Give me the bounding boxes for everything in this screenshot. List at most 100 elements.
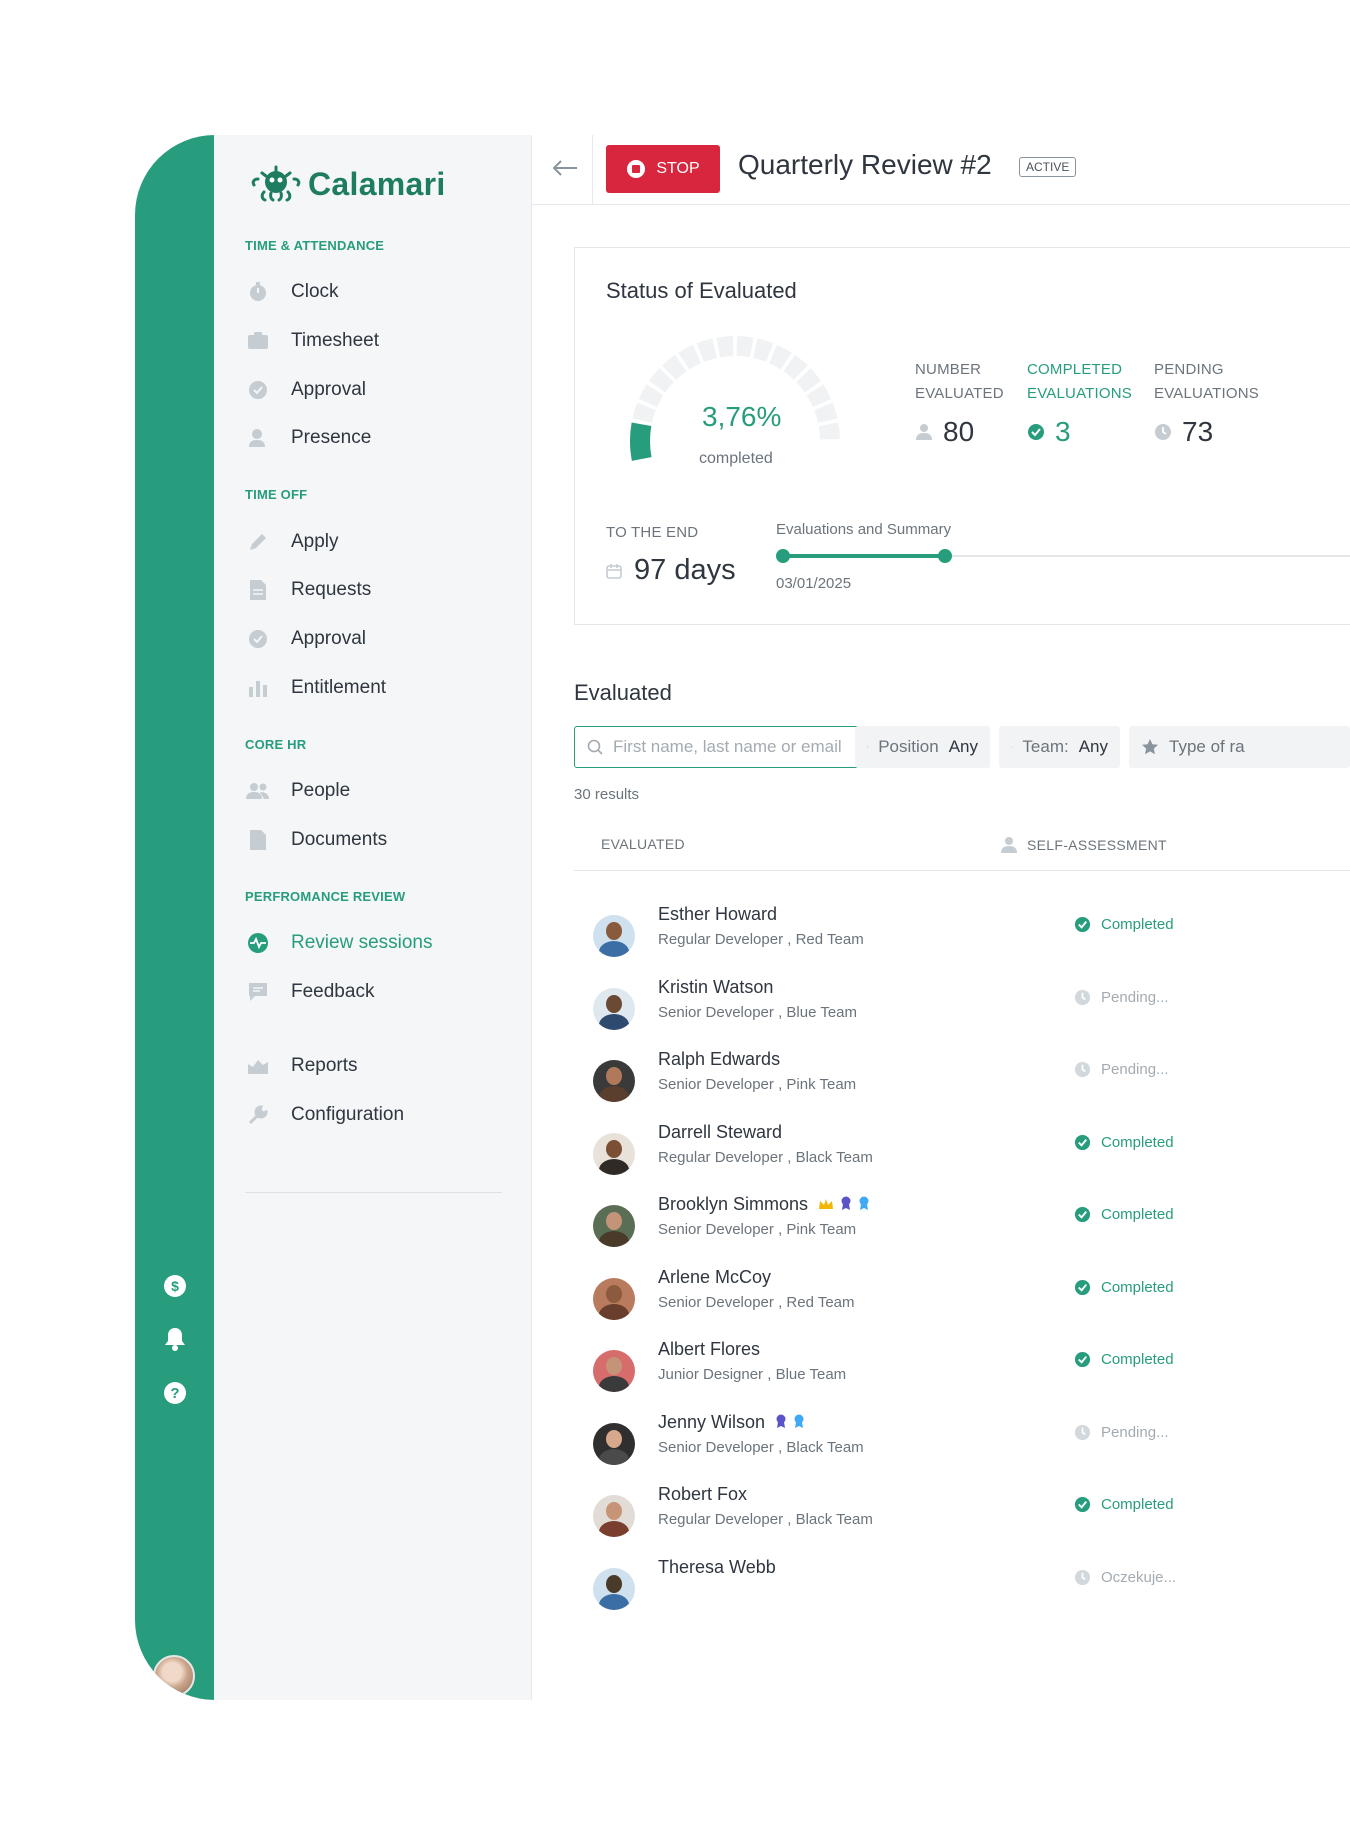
team-filter[interactable]: Team: Any: [999, 726, 1120, 768]
sidebar-item-timesheet[interactable]: Timesheet: [245, 321, 515, 361]
gauge-segment: [716, 336, 734, 358]
sidebar-item-apply[interactable]: Apply: [245, 522, 515, 562]
sidebar-item-feedback[interactable]: Feedback: [245, 972, 515, 1012]
star-icon: [1142, 739, 1158, 755]
team-icon: [1011, 746, 1013, 748]
stat-label: PENDING EVALUATIONS: [1154, 361, 1260, 402]
row-name[interactable]: Esther Howard: [658, 904, 777, 925]
row-name[interactable]: Jenny Wilson: [658, 1412, 805, 1433]
sidebar-item-reports[interactable]: Reports: [245, 1046, 515, 1086]
people-icon: [245, 778, 271, 804]
section-title-performance-review: PERFROMANCE REVIEW: [245, 889, 406, 904]
sidebar-item-label: Timesheet: [291, 330, 379, 351]
self-assessment-status: Oczekuje...: [1074, 1569, 1176, 1586]
avatar: [593, 987, 635, 1030]
avatar: [593, 1132, 635, 1175]
sidebar-item-label: People: [291, 780, 351, 801]
check-circle-icon: [1028, 424, 1044, 440]
stop-label: STOP: [656, 160, 700, 177]
row-name[interactable]: Darrell Steward: [658, 1122, 782, 1143]
timesheet-icon: [245, 328, 271, 354]
gauge-segment: [736, 336, 754, 358]
reports-icon: [245, 1053, 271, 1079]
app-window: $ ? Calamari TIME & ATTENDANCE Clock Tim…: [135, 135, 1350, 1700]
back-arrow-icon[interactable]: [550, 153, 580, 183]
to-the-end-label: TO THE END: [606, 524, 699, 541]
section-title-time-attendance: TIME & ATTENDANCE: [245, 238, 385, 253]
brand-logo[interactable]: Calamari: [250, 165, 446, 203]
row-name[interactable]: Kristin Watson: [658, 977, 773, 998]
pulse-icon: [245, 930, 271, 956]
sidebar-item-review-sessions[interactable]: Review sessions: [245, 923, 515, 963]
avatar: [593, 1422, 635, 1465]
sidebar-item-approval[interactable]: Approval: [245, 619, 515, 659]
self-assessment-status: Pending...: [1074, 1424, 1169, 1441]
rating-type-filter[interactable]: Type of ra: [1129, 726, 1350, 768]
person-icon: [916, 424, 932, 440]
column-header-evaluated[interactable]: EVALUATED: [601, 836, 685, 852]
position-filter[interactable]: Position Any: [855, 726, 990, 768]
sidebar-item-label: Documents: [291, 829, 388, 850]
stat-number-evaluated: NUMBER EVALUATED 80: [915, 358, 1004, 448]
phase-start-marker: [776, 549, 790, 563]
sidebar-item-label: Entitlement: [291, 677, 387, 698]
stat-label: NUMBER EVALUATED: [915, 361, 1004, 402]
blue-medal-icon: [858, 1194, 870, 1215]
evaluated-heading: Evaluated: [574, 680, 672, 705]
currency-icon[interactable]: $: [154, 1265, 196, 1307]
stop-icon: [627, 160, 646, 178]
clock-icon: [1074, 1061, 1091, 1078]
results-count: 30 results: [574, 786, 640, 803]
gauge-segment: [753, 338, 774, 362]
gauge-segment: [696, 338, 717, 362]
sidebar-item-configuration[interactable]: Configuration: [245, 1095, 515, 1135]
sidebar-item-clock[interactable]: Clock: [245, 272, 515, 312]
check-circle-icon: [245, 377, 271, 403]
check-circle-icon: [1074, 1496, 1091, 1513]
search-box[interactable]: [574, 726, 891, 768]
section-title-core-hr: CORE HR: [245, 737, 307, 752]
row-name[interactable]: Albert Flores: [658, 1339, 760, 1360]
stat-completed-evaluations: COMPLETED EVALUATIONS 3: [1027, 358, 1132, 448]
sidebar-item-requests[interactable]: Requests: [245, 570, 515, 610]
check-circle-icon: [1074, 1206, 1091, 1223]
sidebar-item-documents[interactable]: Documents: [245, 820, 515, 860]
row-meta: Senior Developer , Red Team: [658, 1293, 855, 1311]
stat-pending-evaluations: PENDING EVALUATIONS 73: [1154, 358, 1259, 448]
row-name[interactable]: Robert Fox: [658, 1484, 747, 1505]
sidebar-item-approval[interactable]: Approval: [245, 370, 515, 410]
row-name[interactable]: Arlene McCoy: [658, 1267, 771, 1288]
row-meta: Senior Developer , Pink Team: [658, 1221, 857, 1238]
avatar: [593, 1277, 635, 1320]
sidebar-item-label: Presence: [291, 427, 372, 448]
column-header-self-assessment[interactable]: SELF-ASSESSMENT: [1001, 836, 1167, 854]
person-pin-icon: [245, 425, 271, 451]
purple-medal-icon: [840, 1194, 852, 1215]
row-meta: Junior Designer , Blue Team: [658, 1366, 847, 1383]
clock-icon: [1074, 1569, 1091, 1585]
app-rail: $ ?: [135, 135, 214, 1700]
main-content: STOP Quarterly Review #2 ACTIVE Status o…: [532, 135, 1350, 1700]
sidebar-item-entitlement[interactable]: Entitlement: [245, 668, 515, 708]
stat-label: COMPLETED EVALUATIONS: [1027, 361, 1133, 402]
stop-button[interactable]: STOP: [606, 145, 720, 193]
help-icon[interactable]: ?: [154, 1372, 196, 1414]
self-assessment-status: Completed: [1074, 1496, 1174, 1513]
to-the-end-value: 97 days: [606, 554, 736, 587]
check-circle-icon: [1074, 1134, 1091, 1150]
briefcase-icon: [867, 746, 869, 748]
row-name[interactable]: Theresa Webb: [658, 1557, 776, 1578]
status-badge: ACTIVE: [1019, 157, 1077, 177]
search-input[interactable]: [613, 737, 853, 757]
sidebar-item-people[interactable]: People: [245, 771, 515, 811]
phase-date: 03/01/2025: [776, 575, 852, 592]
user-avatar[interactable]: [153, 1655, 195, 1697]
bell-icon[interactable]: [154, 1318, 196, 1360]
row-name[interactable]: Brooklyn Simmons: [658, 1194, 870, 1215]
table-row[interactable]: Theresa Webb Oczekuje...: [574, 1557, 1350, 1653]
stat-value: 73: [1154, 416, 1259, 448]
sidebar-item-presence[interactable]: Presence: [245, 418, 515, 458]
phase-timeline-progress: [782, 554, 945, 558]
row-meta: Regular Developer , Black Team: [658, 1511, 873, 1528]
row-name[interactable]: Ralph Edwards: [658, 1049, 780, 1070]
